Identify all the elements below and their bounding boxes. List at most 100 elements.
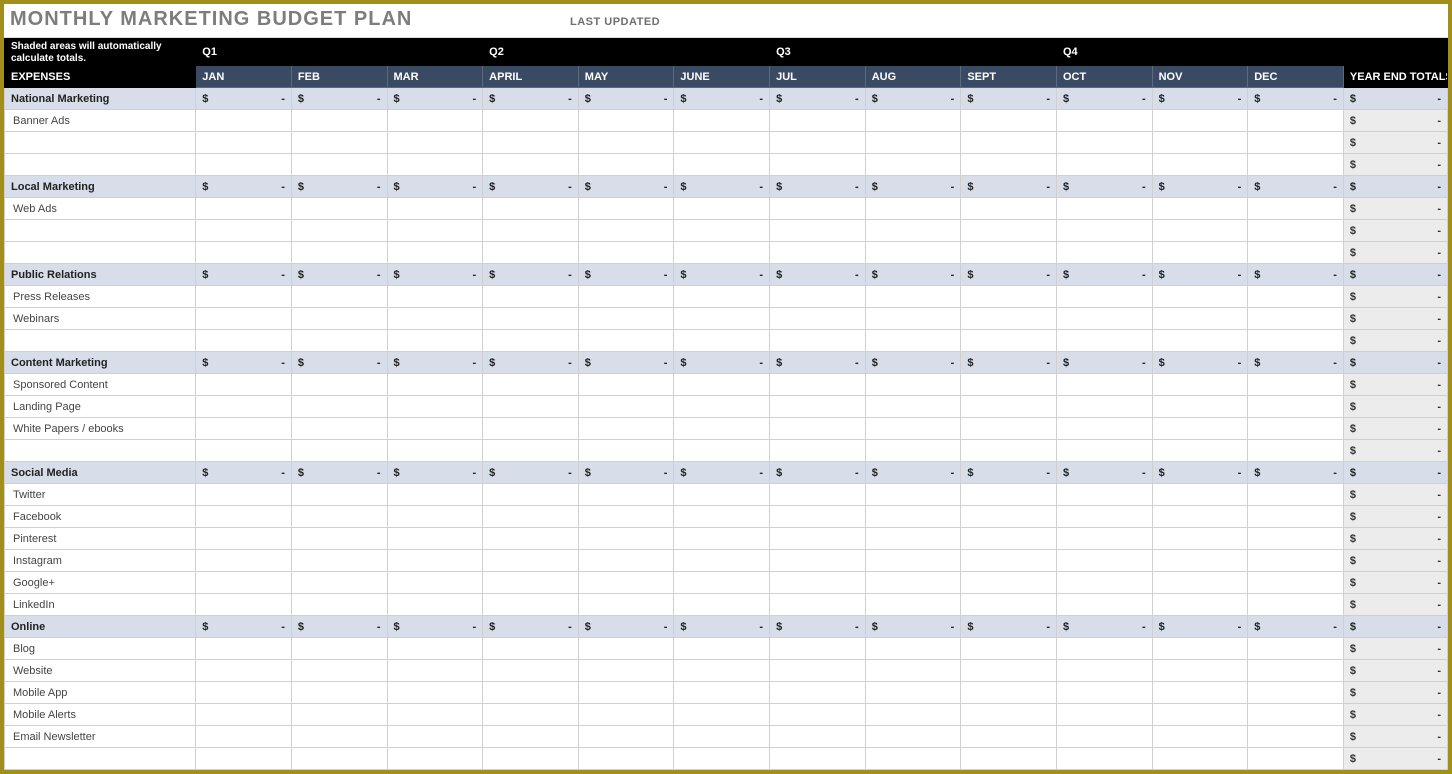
expense-label[interactable]: Facebook — [5, 506, 196, 528]
expense-month-cell[interactable] — [578, 286, 674, 308]
category-month-total[interactable]: $- — [961, 616, 1057, 638]
expense-month-cell[interactable] — [483, 484, 579, 506]
expense-year-total[interactable]: $- — [1343, 154, 1447, 176]
expense-month-cell[interactable] — [1056, 418, 1152, 440]
category-month-total[interactable]: $- — [1056, 352, 1152, 374]
category-month-total[interactable]: $- — [674, 462, 770, 484]
expense-month-cell[interactable] — [1056, 440, 1152, 462]
expense-month-cell[interactable] — [483, 704, 579, 726]
expense-month-cell[interactable] — [1248, 660, 1344, 682]
expense-label[interactable] — [5, 154, 196, 176]
expense-month-cell[interactable] — [196, 594, 292, 616]
category-month-total[interactable]: $- — [196, 88, 292, 110]
category-month-total[interactable]: $- — [196, 616, 292, 638]
expense-month-cell[interactable] — [674, 286, 770, 308]
expense-month-cell[interactable] — [770, 308, 866, 330]
expense-month-cell[interactable] — [1056, 550, 1152, 572]
expense-month-cell[interactable] — [961, 682, 1057, 704]
expense-month-cell[interactable] — [387, 550, 483, 572]
expense-month-cell[interactable] — [674, 682, 770, 704]
expense-month-cell[interactable] — [674, 506, 770, 528]
expense-month-cell[interactable] — [1248, 550, 1344, 572]
expense-month-cell[interactable] — [770, 550, 866, 572]
category-month-total[interactable]: $- — [1056, 88, 1152, 110]
category-year-total[interactable]: $- — [1343, 352, 1447, 374]
category-year-total[interactable]: $- — [1343, 264, 1447, 286]
expense-month-cell[interactable] — [196, 682, 292, 704]
expense-month-cell[interactable] — [865, 682, 961, 704]
expense-month-cell[interactable] — [674, 220, 770, 242]
expense-label[interactable]: Press Releases — [5, 286, 196, 308]
expense-month-cell[interactable] — [1248, 132, 1344, 154]
expense-month-cell[interactable] — [674, 198, 770, 220]
expense-month-cell[interactable] — [1152, 528, 1248, 550]
expense-month-cell[interactable] — [1152, 572, 1248, 594]
expense-month-cell[interactable] — [291, 374, 387, 396]
expense-month-cell[interactable] — [674, 308, 770, 330]
expense-month-cell[interactable] — [483, 396, 579, 418]
expense-month-cell[interactable] — [1152, 198, 1248, 220]
expense-month-cell[interactable] — [770, 396, 866, 418]
expense-month-cell[interactable] — [196, 440, 292, 462]
expense-label[interactable]: Webinars — [5, 308, 196, 330]
category-month-total[interactable]: $- — [674, 616, 770, 638]
category-month-total[interactable]: $- — [578, 88, 674, 110]
expense-month-cell[interactable] — [1152, 396, 1248, 418]
expense-month-cell[interactable] — [1152, 682, 1248, 704]
expense-month-cell[interactable] — [865, 506, 961, 528]
expense-month-cell[interactable] — [1056, 506, 1152, 528]
expense-month-cell[interactable] — [770, 704, 866, 726]
expense-label[interactable]: Web Ads — [5, 198, 196, 220]
expense-month-cell[interactable] — [578, 484, 674, 506]
category-year-total[interactable]: $- — [1343, 88, 1447, 110]
expense-month-cell[interactable] — [961, 594, 1057, 616]
expense-month-cell[interactable] — [1152, 132, 1248, 154]
expense-month-cell[interactable] — [578, 220, 674, 242]
expense-month-cell[interactable] — [291, 440, 387, 462]
expense-month-cell[interactable] — [1056, 660, 1152, 682]
expense-year-total[interactable]: $- — [1343, 110, 1447, 132]
expense-month-cell[interactable] — [865, 528, 961, 550]
expense-month-cell[interactable] — [291, 242, 387, 264]
expense-month-cell[interactable] — [291, 726, 387, 748]
expense-month-cell[interactable] — [387, 506, 483, 528]
expense-month-cell[interactable] — [1152, 440, 1248, 462]
expense-year-total[interactable]: $- — [1343, 594, 1447, 616]
expense-month-cell[interactable] — [1248, 418, 1344, 440]
expense-month-cell[interactable] — [865, 154, 961, 176]
expense-month-cell[interactable] — [483, 726, 579, 748]
expense-month-cell[interactable] — [1152, 242, 1248, 264]
expense-month-cell[interactable] — [387, 330, 483, 352]
expense-year-total[interactable]: $- — [1343, 330, 1447, 352]
expense-month-cell[interactable] — [1248, 110, 1344, 132]
expense-month-cell[interactable] — [674, 330, 770, 352]
category-month-total[interactable]: $- — [387, 264, 483, 286]
expense-month-cell[interactable] — [387, 748, 483, 770]
category-month-total[interactable]: $- — [483, 176, 579, 198]
expense-month-cell[interactable] — [483, 286, 579, 308]
expense-month-cell[interactable] — [961, 726, 1057, 748]
category-month-total[interactable]: $- — [387, 462, 483, 484]
category-month-total[interactable]: $- — [196, 176, 292, 198]
expense-label[interactable]: Sponsored Content — [5, 374, 196, 396]
expense-month-cell[interactable] — [483, 638, 579, 660]
category-month-total[interactable]: $- — [1056, 176, 1152, 198]
category-month-total[interactable]: $- — [961, 88, 1057, 110]
expense-month-cell[interactable] — [387, 374, 483, 396]
expense-month-cell[interactable] — [483, 330, 579, 352]
expense-month-cell[interactable] — [578, 572, 674, 594]
expense-month-cell[interactable] — [196, 308, 292, 330]
expense-month-cell[interactable] — [865, 484, 961, 506]
expense-month-cell[interactable] — [770, 374, 866, 396]
expense-month-cell[interactable] — [865, 374, 961, 396]
expense-year-total[interactable]: $- — [1343, 242, 1447, 264]
expense-month-cell[interactable] — [578, 594, 674, 616]
expense-month-cell[interactable] — [1152, 286, 1248, 308]
category-month-total[interactable]: $- — [865, 352, 961, 374]
expense-month-cell[interactable] — [196, 484, 292, 506]
expense-month-cell[interactable] — [291, 308, 387, 330]
expense-month-cell[interactable] — [1056, 132, 1152, 154]
expense-year-total[interactable]: $- — [1343, 484, 1447, 506]
expense-month-cell[interactable] — [961, 528, 1057, 550]
category-month-total[interactable]: $- — [1152, 88, 1248, 110]
